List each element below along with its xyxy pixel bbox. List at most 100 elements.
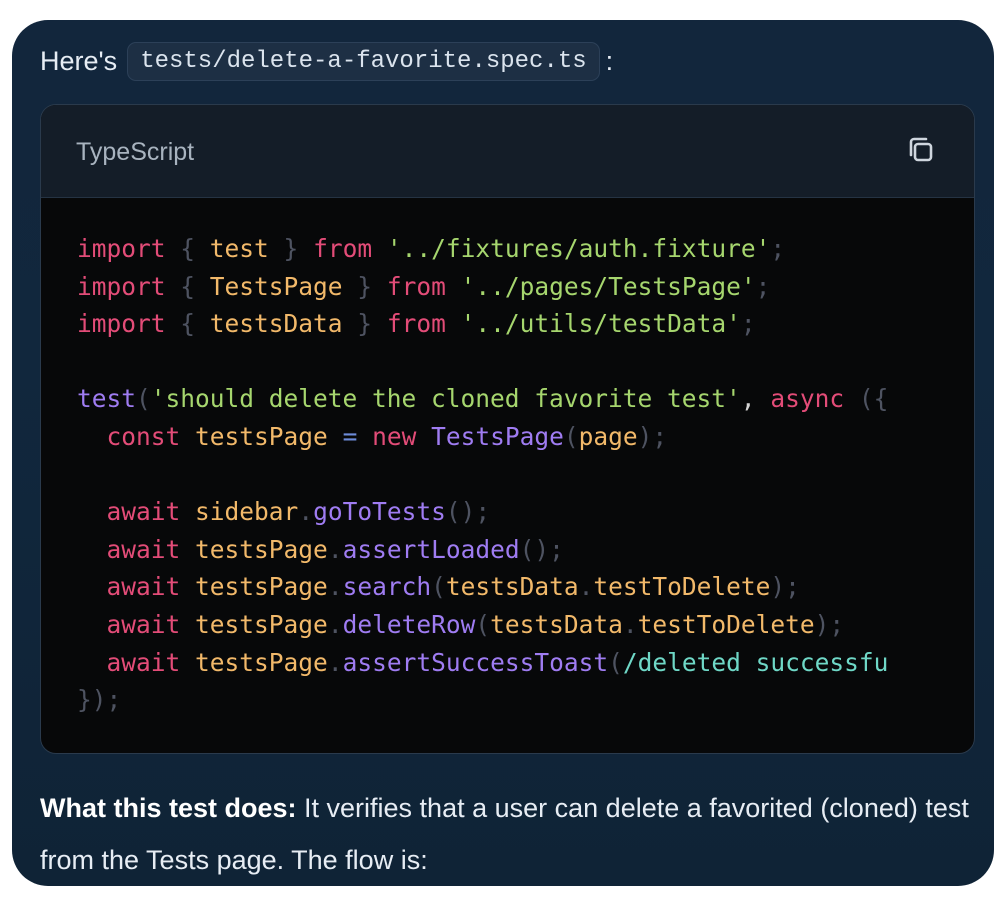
code-token: await [106, 497, 181, 527]
code-token: . [327, 647, 343, 677]
code-token: search [342, 572, 432, 602]
code-token: ( [475, 609, 491, 639]
code-block-header: TypeScript [41, 105, 974, 198]
code-token: testsPage [195, 421, 328, 451]
code-token: ; [740, 309, 756, 339]
code-token: test [209, 234, 269, 263]
code-token: from [386, 271, 446, 301]
code-line: import { testsData } from '../utils/test… [77, 305, 974, 343]
code-token: await [106, 534, 181, 564]
code-token: assertSuccessToast [342, 647, 609, 677]
code-token: await [106, 572, 181, 602]
code-block: TypeScript import { test } from '../fixt… [40, 104, 975, 754]
intro-prefix: Here's [40, 46, 118, 76]
message-intro: Here's tests/delete-a-favorite.spec.ts : [40, 42, 613, 81]
code-token: import [77, 309, 166, 339]
code-token: (); [519, 534, 564, 564]
code-token: TestsPage [431, 421, 564, 451]
code-token: }); [77, 685, 122, 715]
code-token: { [165, 234, 210, 263]
code-line: import { TestsPage } from '../pages/Test… [77, 268, 974, 306]
code-token: '../pages/TestsPage' [460, 271, 756, 301]
code-token: await [106, 609, 181, 639]
code-token: testsPage [195, 609, 328, 639]
code-token: , [740, 384, 771, 414]
code-token: ( [563, 421, 579, 451]
code-token: from [386, 309, 446, 339]
code-token: ( [431, 572, 446, 602]
code-token: ; [755, 271, 771, 301]
code-token: async [770, 384, 845, 414]
code-token: from [313, 234, 373, 263]
code-token: testToDelete [637, 609, 815, 639]
code-token: ); [770, 572, 800, 602]
code-token: '../utils/testData' [460, 309, 741, 339]
code-token: ; [770, 234, 786, 263]
code-content: import { test } from '../fixtures/auth.f… [41, 198, 974, 753]
code-token: ({ [844, 384, 889, 414]
code-token: new [372, 421, 417, 451]
code-language-label: TypeScript [76, 138, 195, 166]
code-token: . [578, 572, 594, 602]
intro-suffix: : [605, 46, 614, 76]
code-token: } [342, 309, 387, 339]
code-token: testsPage [195, 572, 328, 602]
code-line: test('should delete the cloned favorite … [77, 380, 974, 418]
inline-code-filename: tests/delete-a-favorite.spec.ts [127, 42, 600, 81]
code-token: assertLoaded [342, 534, 520, 564]
code-token: . [327, 572, 343, 602]
code-line: await sidebar.goToTests(); [77, 493, 974, 531]
code-token: await [106, 647, 181, 677]
code-token: testToDelete [593, 572, 771, 602]
code-token: test [77, 384, 137, 414]
code-token: TestsPage [209, 271, 343, 301]
code-token: = [327, 421, 373, 451]
code-line: await testsPage.assertSuccessToast(/dele… [77, 644, 974, 682]
code-line: const testsPage = new TestsPage(page); [77, 418, 974, 456]
code-token: ( [608, 647, 623, 677]
code-token: ); [814, 609, 845, 639]
chat-message-panel: Here's tests/delete-a-favorite.spec.ts :… [12, 20, 994, 886]
code-token: import [77, 234, 166, 263]
code-token: sidebar [195, 497, 299, 527]
copy-code-button[interactable] [902, 131, 942, 171]
code-token: { [165, 271, 210, 301]
code-token: testsData [209, 309, 343, 339]
copy-icon [909, 137, 933, 162]
code-line: }); [77, 681, 974, 719]
code-token: } [342, 271, 387, 301]
code-token: (); [445, 497, 491, 527]
code-token: testsData [490, 609, 623, 639]
code-token: deleteRow [342, 609, 476, 639]
code-token: testsPage [195, 647, 328, 677]
code-token: testsPage [195, 534, 328, 564]
code-token: const [106, 421, 181, 451]
code-token: page [578, 421, 638, 451]
code-token: '../fixtures/auth.fixture' [386, 234, 771, 263]
code-token: . [327, 609, 343, 639]
code-line: await testsPage.search(testsData.testToD… [77, 568, 974, 606]
code-token: import [77, 271, 166, 301]
code-line: await testsPage.deleteRow(testsData.test… [77, 606, 974, 644]
code-token: goToTests [313, 497, 446, 527]
code-token: . [327, 534, 343, 564]
code-token: testsData [445, 572, 579, 602]
code-token: 'should delete the cloned favorite test' [150, 384, 741, 414]
code-token: { [165, 309, 210, 339]
